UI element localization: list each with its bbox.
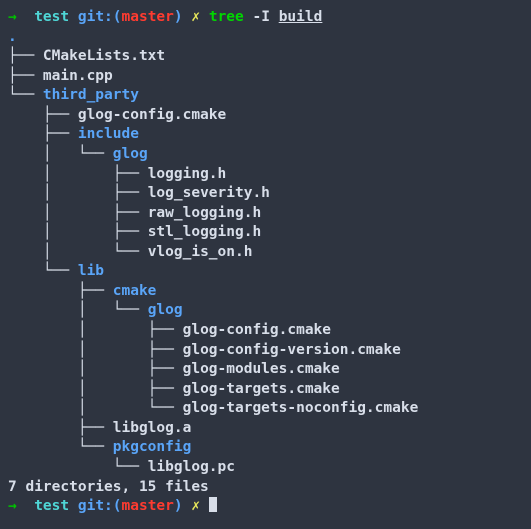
tree-prefix: ├── — [8, 107, 78, 123]
tree-line: └── pkgconfig — [8, 438, 523, 458]
tree-file: glog-modules.cmake — [183, 361, 340, 377]
prompt-arrow: → — [8, 498, 17, 514]
tree-file: glog-config-version.cmake — [183, 342, 401, 358]
tree-prefix: └── — [8, 459, 148, 475]
command: tree — [209, 9, 244, 25]
tree-dir: lib — [78, 263, 104, 279]
prompt-line-2[interactable]: → test git:(master) ✗ — [8, 497, 523, 517]
cursor-icon — [209, 497, 217, 512]
tree-prefix: ├── — [8, 126, 78, 142]
tree-prefix: │ ├── — [8, 342, 183, 358]
tree-dir: pkgconfig — [113, 439, 192, 455]
tree-line: └── third_party — [8, 86, 523, 106]
tree-line: ├── CMakeLists.txt — [8, 47, 523, 67]
tree-line: │ ├── log_severity.h — [8, 184, 523, 204]
tree-prefix: │ ├── — [8, 205, 148, 221]
tree-prefix: ├── — [8, 48, 43, 64]
tree-line: ├── libglog.a — [8, 419, 523, 439]
tree-line: │ └── glog — [8, 301, 523, 321]
tree-prefix: │ ├── — [8, 381, 183, 397]
tree-line: │ ├── stl_logging.h — [8, 223, 523, 243]
tree-file: glog-targets.cmake — [183, 381, 340, 397]
tree-line: ├── main.cpp — [8, 67, 523, 87]
git-close: ) — [174, 9, 183, 25]
tree-line: │ ├── logging.h — [8, 165, 523, 185]
tree-dir: glog — [148, 302, 183, 318]
tree-prefix: │ ├── — [8, 224, 148, 240]
tree-dir: glog — [113, 146, 148, 162]
tree-line: │ ├── glog-config-version.cmake — [8, 341, 523, 361]
tree-line: │ └── glog — [8, 145, 523, 165]
tree-file: glog-targets-noconfig.cmake — [183, 400, 419, 416]
tree-prefix: │ └── — [8, 400, 183, 416]
git-close: ) — [174, 498, 183, 514]
tree-file: logging.h — [148, 166, 227, 182]
tree-dir: cmake — [113, 283, 157, 299]
tree-prefix: └── — [8, 87, 43, 103]
tree-prefix: │ ├── — [8, 361, 183, 377]
command-argument: build — [279, 9, 323, 25]
tree-prefix: │ ├── — [8, 185, 148, 201]
tree-line: │ ├── glog-modules.cmake — [8, 360, 523, 380]
prompt-line-1[interactable]: → test git:(master) ✗ tree -I build — [8, 8, 523, 28]
tree-prefix: │ ├── — [8, 166, 148, 182]
tree-prefix: ├── — [8, 283, 113, 299]
tree-file: CMakeLists.txt — [43, 48, 165, 64]
tree-file: stl_logging.h — [148, 224, 262, 240]
tree-line: │ ├── raw_logging.h — [8, 204, 523, 224]
tree-prefix: │ ├── — [8, 322, 183, 338]
git-branch: master — [122, 498, 174, 514]
tree-prefix: ├── — [8, 420, 113, 436]
tree-line: │ └── glog-targets-noconfig.cmake — [8, 399, 523, 419]
tree-file: main.cpp — [43, 68, 113, 84]
tree-line: ├── glog-config.cmake — [8, 106, 523, 126]
tree-prefix: └── — [8, 439, 113, 455]
git-branch: master — [122, 9, 174, 25]
tree-line: │ ├── glog-targets.cmake — [8, 380, 523, 400]
tree-line: └── lib — [8, 262, 523, 282]
prompt-cwd: test — [34, 9, 69, 25]
tree-prefix: ├── — [8, 68, 43, 84]
tree-line: ├── include — [8, 125, 523, 145]
tree-prefix: │ └── — [8, 146, 113, 162]
tree-dir: third_party — [43, 87, 139, 103]
tree-line: └── libglog.pc — [8, 458, 523, 478]
dirty-indicator-icon: ✗ — [191, 498, 200, 514]
tree-prefix: │ └── — [8, 244, 148, 260]
command-flag: -I — [253, 9, 270, 25]
tree-file: raw_logging.h — [148, 205, 262, 221]
tree-prefix: │ └── — [8, 302, 148, 318]
tree-output: ├── CMakeLists.txt├── main.cpp└── third_… — [8, 47, 523, 477]
git-label: git:( — [78, 498, 122, 514]
tree-summary: 7 directories, 15 files — [8, 478, 523, 498]
tree-dir: include — [78, 126, 139, 142]
tree-line: │ ├── glog-config.cmake — [8, 321, 523, 341]
tree-file: vlog_is_on.h — [148, 244, 253, 260]
dirty-indicator-icon: ✗ — [191, 9, 200, 25]
tree-file: libglog.pc — [148, 459, 235, 475]
tree-line: │ └── vlog_is_on.h — [8, 243, 523, 263]
prompt-arrow: → — [8, 9, 17, 25]
tree-file: glog-config.cmake — [183, 322, 331, 338]
tree-root-dot: . — [8, 29, 17, 45]
tree-line: ├── cmake — [8, 282, 523, 302]
git-label: git:( — [78, 9, 122, 25]
tree-file: libglog.a — [113, 420, 192, 436]
tree-root: . — [8, 28, 523, 48]
prompt-cwd: test — [34, 498, 69, 514]
tree-file: log_severity.h — [148, 185, 270, 201]
tree-file: glog-config.cmake — [78, 107, 226, 123]
tree-prefix: └── — [8, 263, 78, 279]
